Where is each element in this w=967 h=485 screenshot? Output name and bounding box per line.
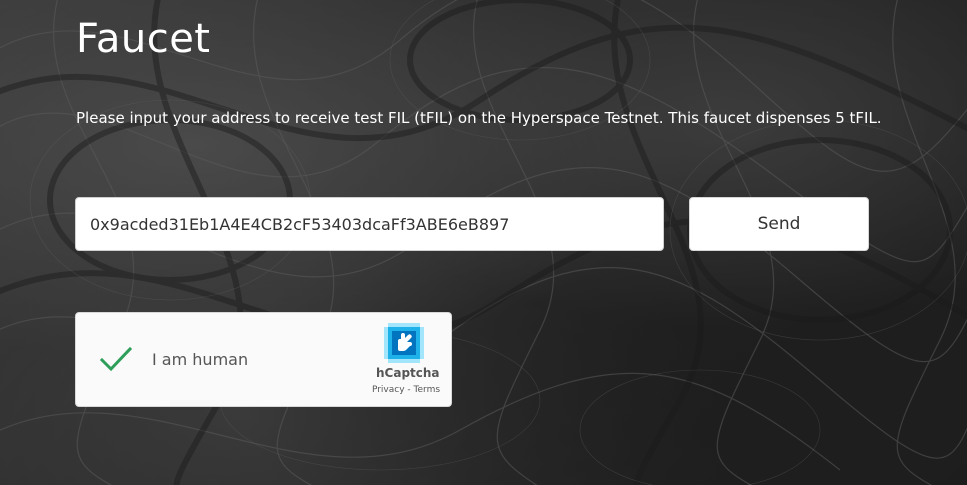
- hcaptcha-brand: hCaptcha: [376, 366, 440, 380]
- send-button[interactable]: Send: [689, 197, 869, 251]
- page-description: Please input your address to receive tes…: [76, 109, 882, 127]
- terms-link[interactable]: Terms: [414, 385, 441, 395]
- address-input[interactable]: [75, 197, 664, 251]
- privacy-link[interactable]: Privacy: [372, 385, 405, 395]
- human-checkbox-label: I am human: [152, 350, 249, 369]
- captcha-links: Privacy - Terms: [364, 385, 448, 395]
- page-title: Faucet: [76, 16, 211, 62]
- links-separator: -: [404, 385, 414, 395]
- hcaptcha-logo-icon: [384, 323, 424, 363]
- checkmark-icon[interactable]: [98, 345, 134, 375]
- hcaptcha-widget: I am human hCaptcha Privacy - Terms: [75, 312, 452, 407]
